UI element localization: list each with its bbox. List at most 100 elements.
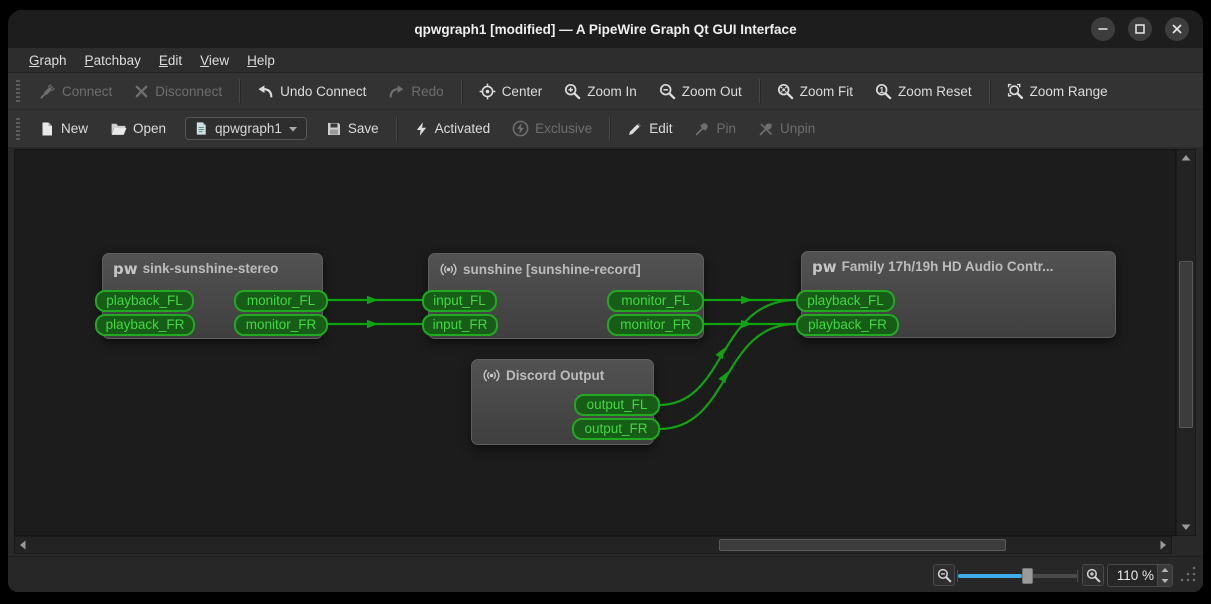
svg-text:1: 1 [879,84,884,94]
graph-port[interactable]: playback_FR [95,314,195,336]
unpin-button[interactable]: Unpin [749,115,824,143]
zoom-in-icon [564,83,581,100]
graph-port[interactable]: output_FL [574,394,660,416]
graph-port[interactable]: monitor_FL [234,290,328,312]
exclusive-bolt-circle-icon [512,120,529,137]
undo-icon [257,83,274,100]
horizontal-scroll-thumb[interactable] [719,539,1006,551]
toolbar-drag-handle[interactable] [16,118,20,140]
connection-discord-outputFR-to-family-playbackFR[interactable] [659,324,796,429]
chevron-down-icon [288,124,298,133]
spin-down-button[interactable] [1158,576,1172,587]
statusbar: 110 % [8,556,1203,592]
toolbar-separator [609,117,610,141]
statusbar-zoom-out-button[interactable] [933,564,955,586]
zoom-level-value: 110 % [1117,568,1154,583]
graph-port[interactable]: playback_FL [796,290,895,312]
zoom-out-icon [659,83,676,100]
zoom-reset-button[interactable]: 1 Zoom Reset [866,77,981,106]
connect-icon [39,83,56,100]
scroll-left-arrow[interactable] [15,537,31,553]
redo-button[interactable]: Redo [379,77,452,106]
vertical-scroll-thumb[interactable] [1179,261,1193,428]
save-icon [326,121,342,137]
toolbar-separator [239,79,240,103]
file-toolbar: New Open qpwgraph1 Save Activated Exclus… [8,110,1203,147]
edit-button[interactable]: Edit [618,115,681,143]
patchbay-selector[interactable]: qpwgraph1 [185,117,307,140]
minimize-button[interactable] [1091,17,1115,41]
menu-patchbay[interactable]: Patchbay [76,50,150,71]
center-button[interactable]: Center [470,77,552,106]
zoom-out-button[interactable]: Zoom Out [650,77,751,106]
menu-help[interactable]: Help [238,50,284,71]
zoom-slider-handle[interactable] [1022,568,1033,584]
maximize-icon [1132,21,1148,37]
zoom-in-icon [1086,568,1101,583]
edit-pencil-icon [627,121,643,137]
connections-layer [15,150,1176,536]
toolbar-drag-handle[interactable] [16,80,20,102]
undo-connect-button[interactable]: Undo Connect [248,77,375,106]
menubar: Graph Patchbay Edit View Help [8,48,1203,73]
disconnect-icon [134,84,149,99]
zoom-reset-icon: 1 [875,83,892,100]
toolbar-separator [396,117,397,141]
open-button[interactable]: Open [101,114,175,143]
scroll-down-arrow[interactable] [1177,519,1195,535]
connect-button[interactable]: Connect [30,77,121,106]
scroll-right-arrow[interactable] [1155,537,1171,553]
close-icon [1169,21,1185,37]
graph-port[interactable]: playback_FR [796,314,899,336]
zoom-out-icon [937,568,952,583]
graph-port[interactable]: monitor_FR [234,314,328,336]
window-title: qpwgraph1 [modified] — A PipeWire Graph … [414,22,796,37]
zoom-in-button[interactable]: Zoom In [555,77,646,106]
maximize-button[interactable] [1128,17,1152,41]
patchbay-file-icon [194,121,209,136]
center-icon [479,83,496,100]
pin-icon [694,121,710,137]
zoom-fit-icon [777,83,794,100]
open-folder-icon [110,120,127,137]
new-button[interactable]: New [30,115,97,143]
spin-up-button[interactable] [1158,565,1172,576]
graph-toolbar: Connect Disconnect Undo Connect Redo Cen… [8,73,1203,110]
graph-port[interactable]: input_FL [422,290,497,312]
graph-port[interactable]: input_FR [422,314,498,336]
pin-button[interactable]: Pin [685,115,745,143]
zoom-slider-fill [958,574,1022,578]
titlebar[interactable]: qpwgraph1 [modified] — A PipeWire Graph … [8,10,1203,48]
graph-port[interactable]: playback_FL [95,290,194,312]
unpin-icon [758,121,774,137]
zoom-fit-button[interactable]: Zoom Fit [768,77,862,106]
patchbay-selector-value: qpwgraph1 [215,121,282,136]
menu-edit[interactable]: Edit [150,50,191,71]
new-file-icon [39,121,55,137]
window-resize-grip[interactable] [1179,565,1197,588]
redo-icon [388,83,405,100]
save-button[interactable]: Save [317,115,388,143]
toolbar-separator [759,79,760,103]
disconnect-button[interactable]: Disconnect [125,78,231,105]
graph-canvas[interactable]: pwsink-sunshine-stereo sunshine [sunshin… [14,149,1176,536]
activated-button[interactable]: Activated [405,115,500,143]
zoom-level-spinbox[interactable]: 110 % [1107,564,1173,587]
menu-graph[interactable]: Graph [20,50,76,71]
zoom-slider[interactable] [958,574,1077,578]
scroll-up-arrow[interactable] [1177,150,1195,166]
vertical-scrollbar[interactable] [1176,149,1196,536]
graph-port[interactable]: monitor_FR [607,314,704,336]
zoom-range-button[interactable]: Zoom Range [998,77,1117,106]
toolbar-separator [461,79,462,103]
close-button[interactable] [1165,17,1189,41]
zoom-range-icon [1007,83,1024,100]
statusbar-zoom-in-button[interactable] [1082,564,1104,586]
graph-port[interactable]: monitor_FL [607,290,704,312]
menu-view[interactable]: View [191,50,238,71]
horizontal-scrollbar[interactable] [14,536,1172,554]
slider-tick [1077,570,1078,582]
toolbar-separator [989,79,990,103]
graph-port[interactable]: output_FR [572,418,660,440]
exclusive-button[interactable]: Exclusive [503,114,601,143]
